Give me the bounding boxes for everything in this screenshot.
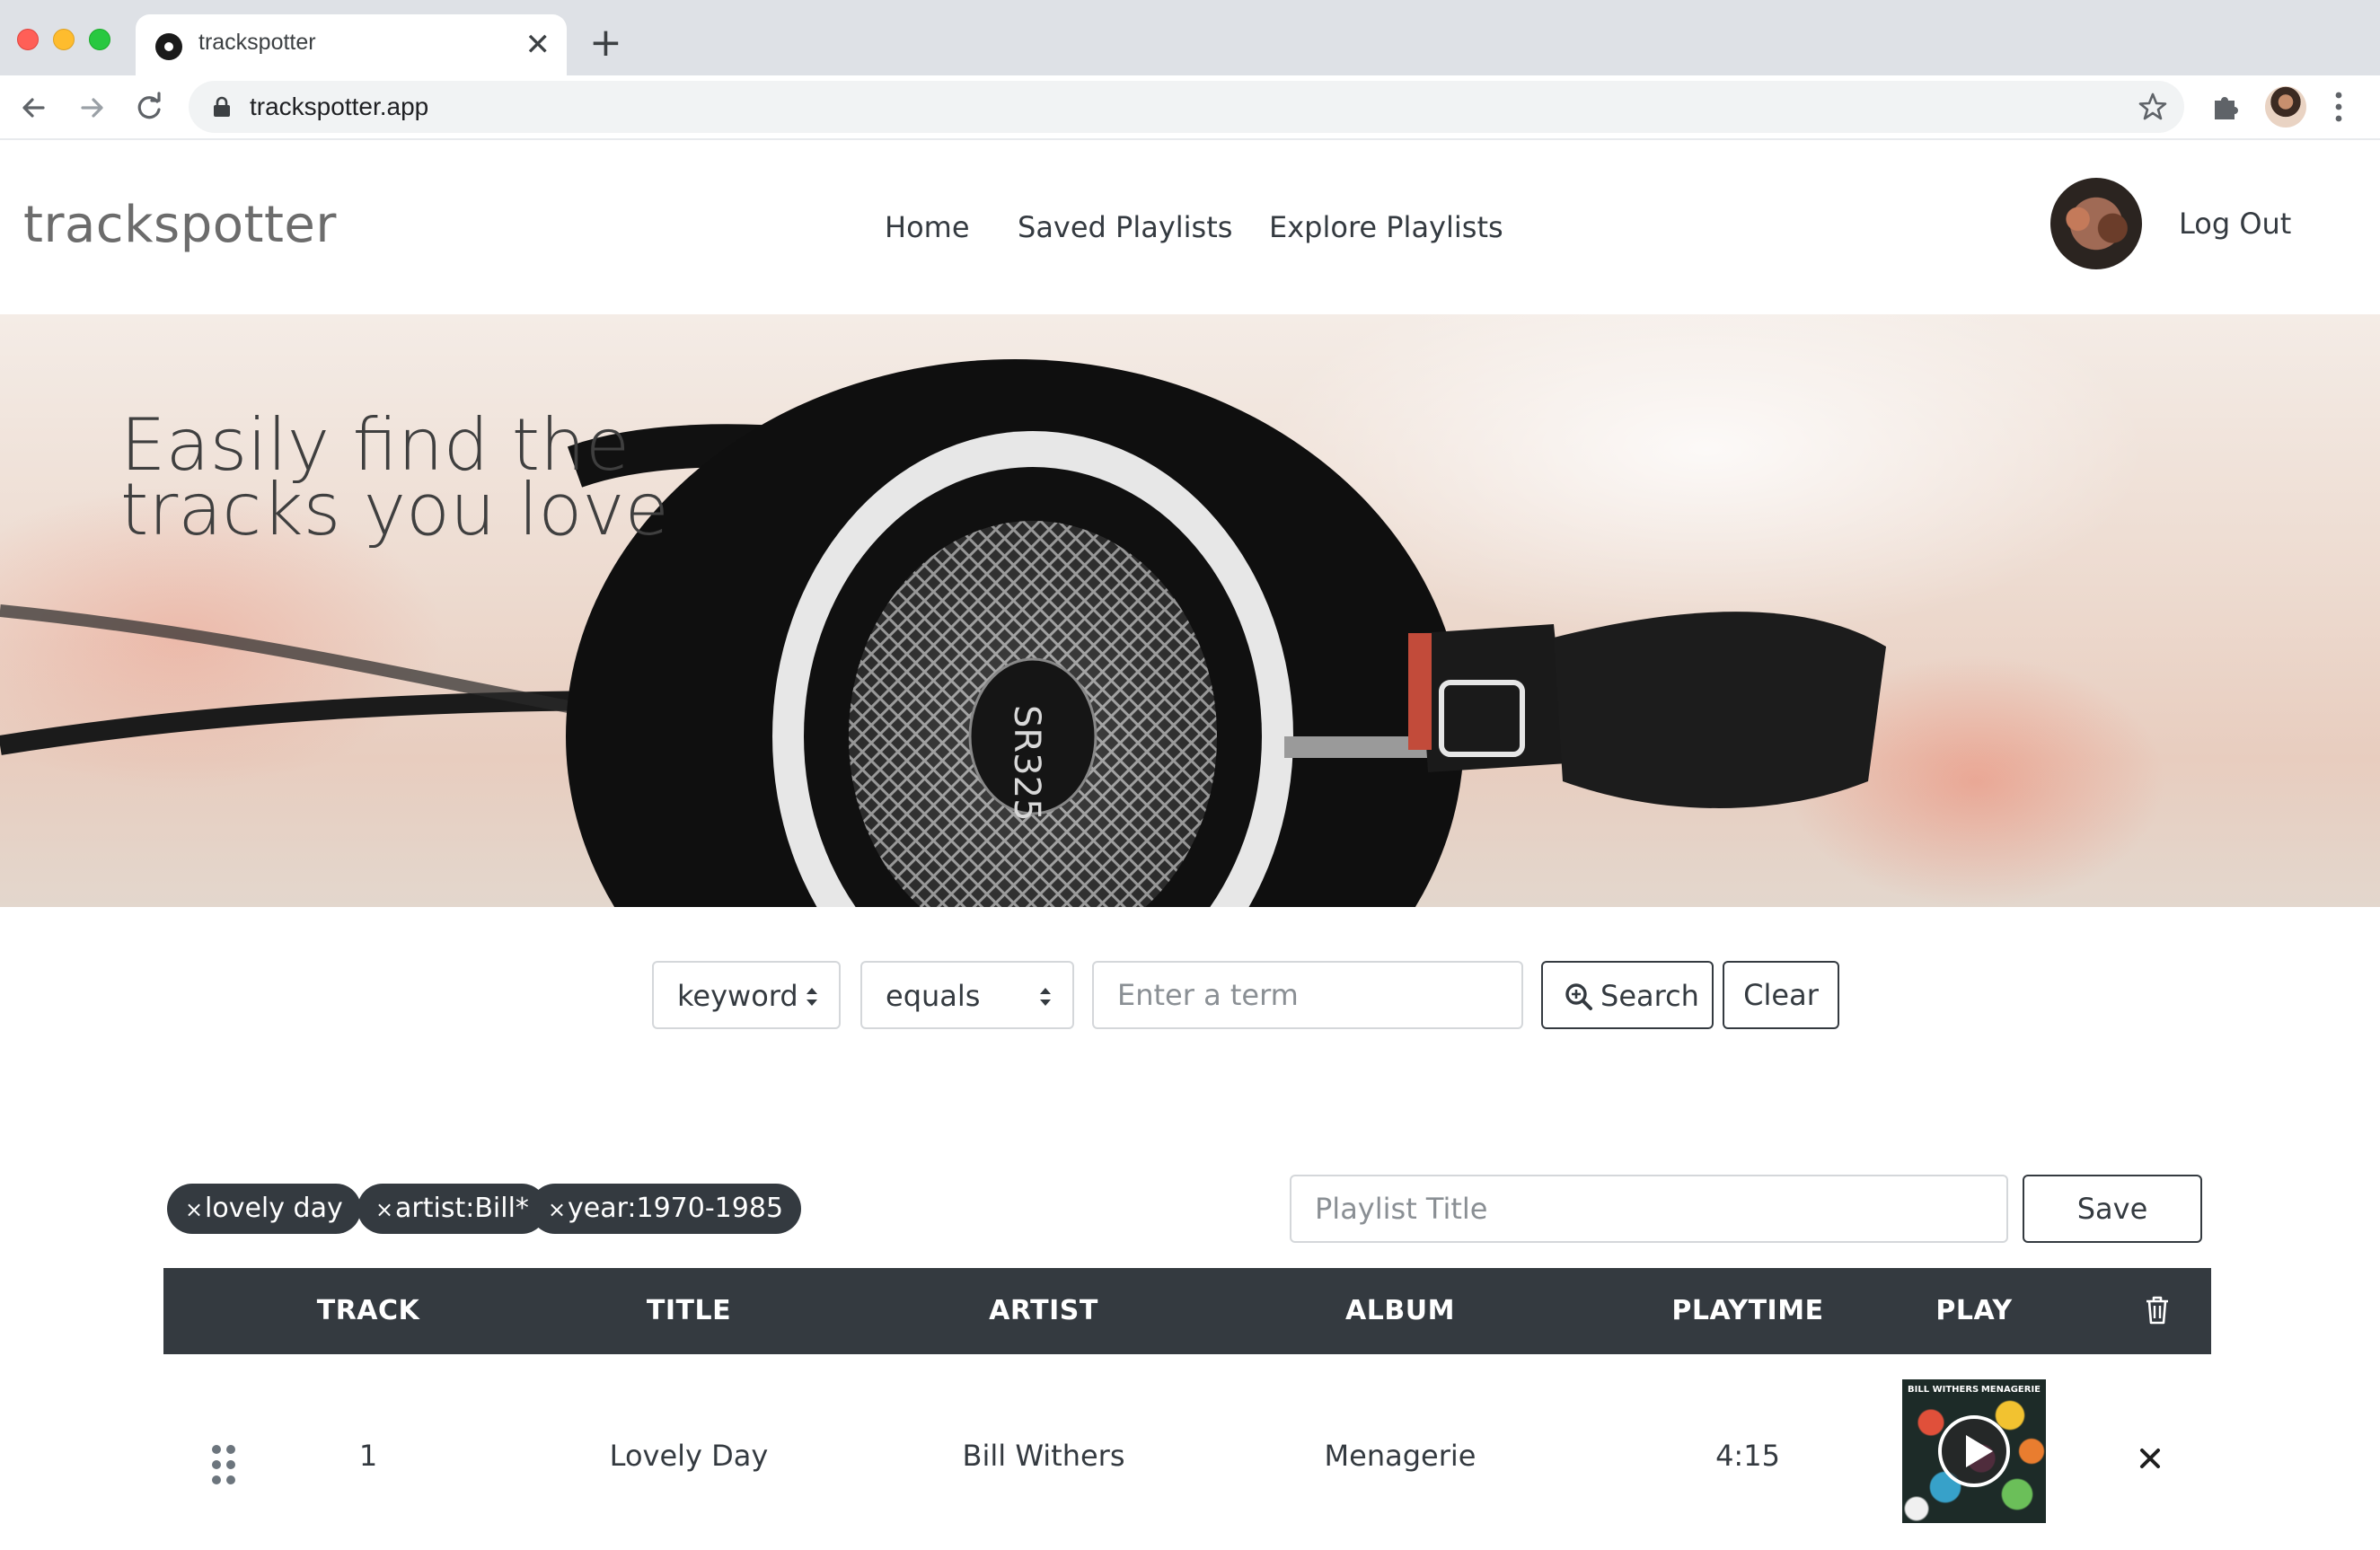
select-caret-icon — [1040, 988, 1051, 1006]
kebab-menu-icon[interactable] — [2330, 88, 2348, 126]
url-text[interactable]: trackspotter.app — [250, 92, 428, 121]
address-bar[interactable]: trackspotter.app — [189, 81, 2184, 133]
cell-track-number: 1 — [358, 1439, 378, 1473]
filter-chip[interactable]: ×lovely day — [167, 1184, 361, 1234]
trash-icon[interactable] — [2145, 1295, 2170, 1325]
new-tab-button[interactable]: + — [589, 22, 622, 65]
column-header-track[interactable]: TRACK — [317, 1295, 420, 1326]
search-button[interactable]: Search — [1541, 961, 1714, 1029]
cell-playtime: 4:15 — [1715, 1439, 1780, 1473]
play-icon[interactable] — [1938, 1415, 2010, 1487]
window-minimize-button[interactable] — [53, 29, 75, 50]
hero-headline: Easily find the tracks you love — [120, 403, 669, 551]
search-term-input[interactable] — [1092, 961, 1523, 1029]
search-icon — [1565, 983, 1592, 1010]
clear-button[interactable]: Clear — [1723, 961, 1839, 1029]
filter-chip[interactable]: ×year:1970-1985 — [530, 1184, 802, 1235]
album-cover-play[interactable]: BILL WITHERS MENAGERIE — [1902, 1379, 2046, 1523]
field-select-value: keyword — [677, 979, 798, 1013]
browser-tabstrip: trackspotter ✕ + — [0, 0, 2380, 75]
cell-album: Menagerie — [1324, 1439, 1476, 1473]
table-row[interactable]: 1 Lovely Day Bill Withers Menagerie 4:15… — [163, 1354, 2211, 1550]
filter-chip-label: year:1970-1985 — [568, 1193, 784, 1224]
cell-title: Lovely Day — [609, 1439, 769, 1473]
site-header: trackspotter Home Saved Playlists Explor… — [0, 142, 2380, 314]
product-label: SR325 — [1006, 705, 1047, 822]
brand-logo[interactable]: trackspotter — [23, 196, 337, 254]
vinyl-favicon-icon — [155, 33, 182, 60]
filter-chip-label: artist:Bill* — [395, 1193, 529, 1224]
column-header-playtime[interactable]: PLAYTIME — [1671, 1295, 1823, 1326]
logout-link[interactable]: Log Out — [2179, 207, 2291, 241]
close-icon[interactable] — [2138, 1446, 2163, 1471]
save-playlist-button[interactable]: Save — [2023, 1175, 2202, 1243]
browser-tab[interactable]: trackspotter ✕ — [136, 14, 567, 75]
back-arrow-icon[interactable] — [14, 88, 54, 128]
field-select[interactable]: keyword — [652, 961, 841, 1029]
nav-explore-playlists[interactable]: Explore Playlists — [1269, 210, 1503, 244]
browser-toolbar: trackspotter.app — [0, 75, 2380, 140]
nav-home[interactable]: Home — [885, 210, 970, 244]
operator-select-value: equals — [886, 979, 981, 1013]
cell-artist: Bill Withers — [962, 1439, 1125, 1473]
window-close-button[interactable] — [17, 29, 39, 50]
operator-select[interactable]: equals — [860, 961, 1074, 1029]
hero-banner: SR325 Easily find the tracks you love — [0, 314, 2380, 907]
playlist-title-input[interactable] — [1290, 1175, 2008, 1243]
filter-chip[interactable]: ×artist:Bill* — [357, 1184, 547, 1234]
chip-remove-icon[interactable]: × — [185, 1185, 205, 1235]
user-avatar[interactable] — [2050, 178, 2142, 269]
column-header-artist[interactable]: ARTIST — [989, 1295, 1098, 1326]
column-header-play: PLAY — [1935, 1295, 2013, 1326]
cover-artist-text: BILL WITHERS — [1908, 1385, 1979, 1395]
extensions-icon[interactable] — [2209, 90, 2243, 124]
bookmark-star-icon[interactable] — [2138, 92, 2168, 122]
cover-album-text: MENAGERIE — [1980, 1385, 2041, 1395]
nav-saved-playlists[interactable]: Saved Playlists — [1018, 210, 1232, 244]
tab-close-icon[interactable]: ✕ — [525, 27, 551, 63]
chip-remove-icon[interactable]: × — [375, 1185, 395, 1235]
forward-arrow-icon[interactable] — [72, 88, 111, 128]
column-header-album[interactable]: ALBUM — [1345, 1295, 1455, 1326]
reload-icon[interactable] — [129, 88, 169, 128]
chip-remove-icon[interactable]: × — [548, 1185, 568, 1235]
search-button-label: Search — [1600, 979, 1699, 1013]
profile-avatar[interactable] — [2265, 86, 2306, 128]
filter-chip-label: lovely day — [205, 1193, 343, 1224]
tab-title: trackspotter — [198, 30, 316, 55]
drag-handle-icon[interactable] — [210, 1444, 237, 1485]
select-caret-icon — [807, 988, 817, 1006]
tracks-table-header: TRACK TITLE ARTIST ALBUM PLAYTIME PLAY — [163, 1268, 2211, 1354]
window-zoom-button[interactable] — [89, 29, 110, 50]
column-header-title[interactable]: TITLE — [647, 1295, 731, 1326]
lock-icon — [214, 96, 230, 117]
